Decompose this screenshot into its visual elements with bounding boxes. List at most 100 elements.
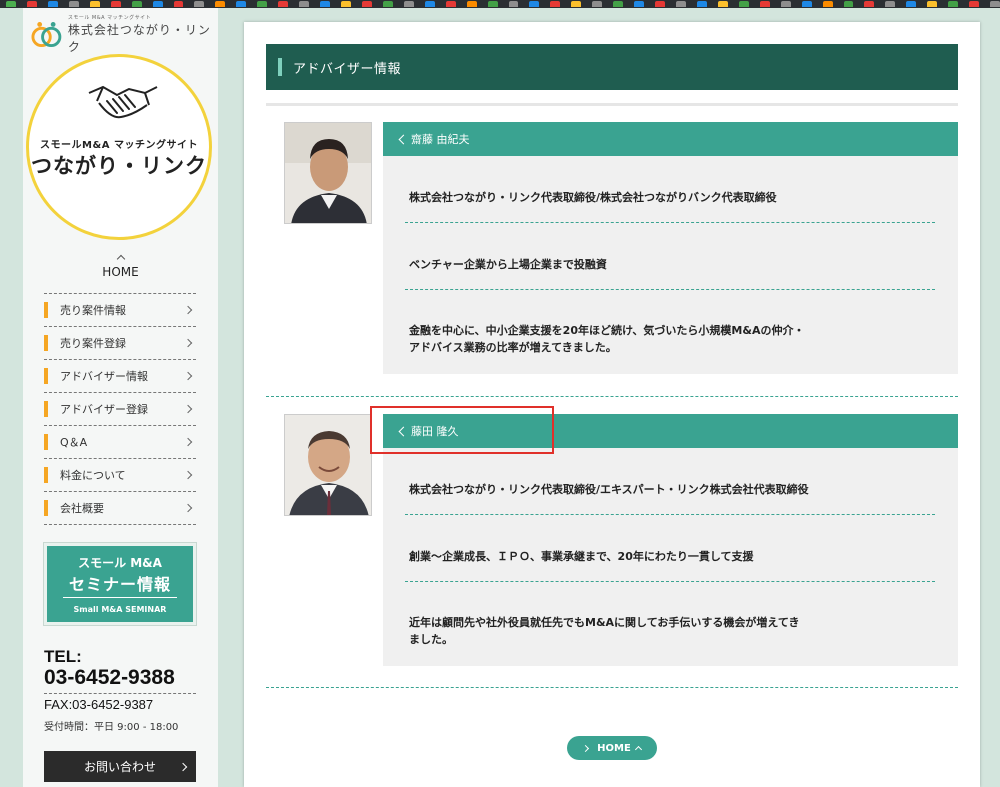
bookmark-favicon-icon[interactable] bbox=[236, 1, 247, 7]
person-photo-icon bbox=[285, 123, 371, 223]
advisor-name-link[interactable]: 齋藤 由紀夫 bbox=[383, 122, 958, 156]
bookmark-favicon-icon[interactable] bbox=[361, 1, 372, 7]
seminar-line3: Small M&A SEMINAR bbox=[73, 605, 167, 614]
sidebar-home-link[interactable]: HOME bbox=[23, 254, 218, 279]
bookmark-favicon-icon[interactable] bbox=[445, 1, 456, 7]
bookmark-favicon-icon[interactable] bbox=[759, 1, 770, 7]
home-button[interactable]: HOME bbox=[567, 736, 657, 760]
bookmark-favicon-icon[interactable] bbox=[822, 1, 833, 7]
bookmark-favicon-icon[interactable] bbox=[194, 1, 205, 7]
bookmark-favicon-icon[interactable] bbox=[403, 1, 414, 7]
bookmark-favicon-icon[interactable] bbox=[6, 1, 16, 7]
sidebar-item-pricing[interactable]: 料金について bbox=[44, 459, 196, 492]
home-label: HOME bbox=[102, 265, 139, 279]
chevron-left-icon bbox=[398, 426, 409, 436]
chevron-right-icon bbox=[183, 470, 193, 480]
bookmark-favicon-icon[interactable] bbox=[278, 1, 289, 7]
bookmark-favicon-icon[interactable] bbox=[969, 1, 980, 7]
advisor-name-link[interactable]: 藤田 隆久 bbox=[383, 414, 958, 448]
bookmark-favicon-icon[interactable] bbox=[173, 1, 184, 7]
bookmark-favicon-icon[interactable] bbox=[592, 1, 603, 7]
bookmark-favicon-icon[interactable] bbox=[717, 1, 728, 7]
bookmark-favicon-icon[interactable] bbox=[948, 1, 959, 7]
logo-mark-icon bbox=[31, 21, 62, 47]
advisor-name: 藤田 隆久 bbox=[411, 425, 459, 438]
bookmark-favicon-icon[interactable] bbox=[990, 1, 1000, 7]
chevron-left-icon bbox=[398, 134, 409, 144]
sidebar-item-advisor-info[interactable]: アドバイザー情報 bbox=[44, 360, 196, 393]
sidebar-item-label: アドバイザー情報 bbox=[60, 370, 148, 383]
bookmark-favicon-icon[interactable] bbox=[738, 1, 749, 7]
seminar-banner[interactable]: スモール M&A セミナー情報 Small M&A SEMINAR bbox=[44, 543, 196, 625]
sidebar-item-label: 会社概要 bbox=[60, 502, 104, 515]
bookmark-favicon-icon[interactable] bbox=[801, 1, 812, 7]
advisor-career: ベンチャー企業から上場企業まで投融資 bbox=[409, 258, 607, 271]
advisor-details: 株式会社つながり・リンク代表取締役/株式会社つながりバンク代表取締役 ベンチャー… bbox=[383, 156, 958, 374]
contact-label: お問い合わせ bbox=[83, 760, 156, 774]
bookmark-favicon-icon[interactable] bbox=[613, 1, 624, 7]
bookmark-favicon-icon[interactable] bbox=[131, 1, 142, 7]
bookmark-favicon-icon[interactable] bbox=[299, 1, 310, 7]
logo-subtitle: スモール M&A マッチングサイト bbox=[67, 15, 152, 21]
chevron-right-icon bbox=[183, 338, 193, 348]
bookmark-favicon-icon[interactable] bbox=[47, 1, 58, 7]
bookmark-favicon-icon[interactable] bbox=[466, 1, 477, 7]
bookmark-favicon-icon[interactable] bbox=[110, 1, 121, 7]
bookmark-favicon-icon[interactable] bbox=[382, 1, 393, 7]
bookmark-favicon-icon[interactable] bbox=[571, 1, 582, 7]
bookmark-favicon-icon[interactable] bbox=[257, 1, 268, 7]
bookmark-favicon-icon[interactable] bbox=[89, 1, 100, 7]
bookmark-favicon-icon[interactable] bbox=[885, 1, 896, 7]
chevron-up-icon bbox=[634, 745, 642, 754]
advisor-message-line2: アドバイス業務の比率が増えてきました。 bbox=[409, 341, 617, 354]
sidebar-item-sale-info[interactable]: 売り案件情報 bbox=[44, 294, 196, 327]
advisor-career: 創業～企業成長、ＩＰＯ、事業承継まで、20年にわたり一貫して支援 bbox=[409, 550, 754, 563]
bookmark-favicon-icon[interactable] bbox=[864, 1, 875, 7]
bookmark-favicon-icon[interactable] bbox=[508, 1, 519, 7]
tel-number[interactable]: 03-6452-9388 bbox=[44, 666, 196, 694]
bookmark-favicon-icon[interactable] bbox=[341, 1, 351, 7]
home-button-label: HOME bbox=[597, 742, 631, 754]
sidebar-item-qa[interactable]: Q＆A bbox=[44, 426, 196, 459]
person-photo-icon bbox=[285, 415, 371, 515]
bookmark-favicon-icon[interactable] bbox=[550, 1, 561, 7]
sidebar-item-advisor-register[interactable]: アドバイザー登録 bbox=[44, 393, 196, 426]
section-divider bbox=[266, 396, 958, 397]
heading-divider bbox=[266, 103, 958, 106]
chevron-up-icon bbox=[116, 254, 125, 264]
chevron-right-icon bbox=[183, 503, 193, 513]
bookmark-favicon-icon[interactable] bbox=[696, 1, 707, 7]
bookmark-favicon-icon[interactable] bbox=[676, 1, 686, 7]
bookmark-favicon-icon[interactable] bbox=[487, 1, 498, 7]
bookmark-favicon-icon[interactable] bbox=[215, 1, 226, 7]
bookmark-favicon-icon[interactable] bbox=[780, 1, 791, 7]
fax-number: FAX:03-6452-9387 bbox=[44, 697, 154, 712]
sidebar-item-label: 料金について bbox=[60, 469, 126, 482]
chevron-right-icon bbox=[183, 404, 193, 414]
badge-tagline: スモールM&A マッチングサイト bbox=[40, 140, 198, 151]
sidebar-item-company[interactable]: 会社概要 bbox=[44, 492, 196, 525]
bookmark-favicon-icon[interactable] bbox=[26, 1, 37, 7]
sidebar-item-sale-register[interactable]: 売り案件登録 bbox=[44, 327, 196, 360]
advisor-details: 株式会社つながり・リンク代表取締役/エキスパート・リンク株式会社代表取締役 創業… bbox=[383, 448, 958, 666]
company-name: 株式会社つながり・リンク bbox=[67, 23, 211, 54]
main-content: アドバイザー情報 齋藤 由紀夫 株式会社つながり・リンク代表取締役/株式会社つな… bbox=[244, 22, 980, 787]
bookmark-favicon-icon[interactable] bbox=[68, 1, 79, 7]
badge-title: つながり・リンク bbox=[31, 154, 207, 178]
bookmark-favicon-icon[interactable] bbox=[927, 1, 938, 7]
advisor-photo bbox=[284, 414, 372, 516]
bookmark-favicon-icon[interactable] bbox=[655, 1, 665, 7]
bookmark-favicon-icon[interactable] bbox=[320, 1, 330, 7]
bookmark-favicon-icon[interactable] bbox=[906, 1, 917, 7]
contact-button[interactable]: お問い合わせ bbox=[44, 751, 196, 782]
site-logo[interactable]: スモール M&A マッチングサイト 株式会社つながり・リンク bbox=[31, 14, 218, 55]
tel-label: TEL: bbox=[44, 647, 82, 666]
site-badge[interactable]: スモールM&A マッチングサイト つながり・リンク bbox=[26, 54, 212, 240]
bookmark-favicon-icon[interactable] bbox=[634, 1, 645, 7]
seminar-line1: スモール M&A bbox=[78, 556, 162, 570]
advisor-position: 株式会社つながり・リンク代表取締役/エキスパート・リンク株式会社代表取締役 bbox=[409, 483, 809, 496]
bookmark-favicon-icon[interactable] bbox=[152, 1, 163, 7]
bookmark-favicon-icon[interactable] bbox=[529, 1, 540, 7]
bookmark-favicon-icon[interactable] bbox=[843, 1, 854, 7]
bookmark-favicon-icon[interactable] bbox=[424, 1, 435, 7]
